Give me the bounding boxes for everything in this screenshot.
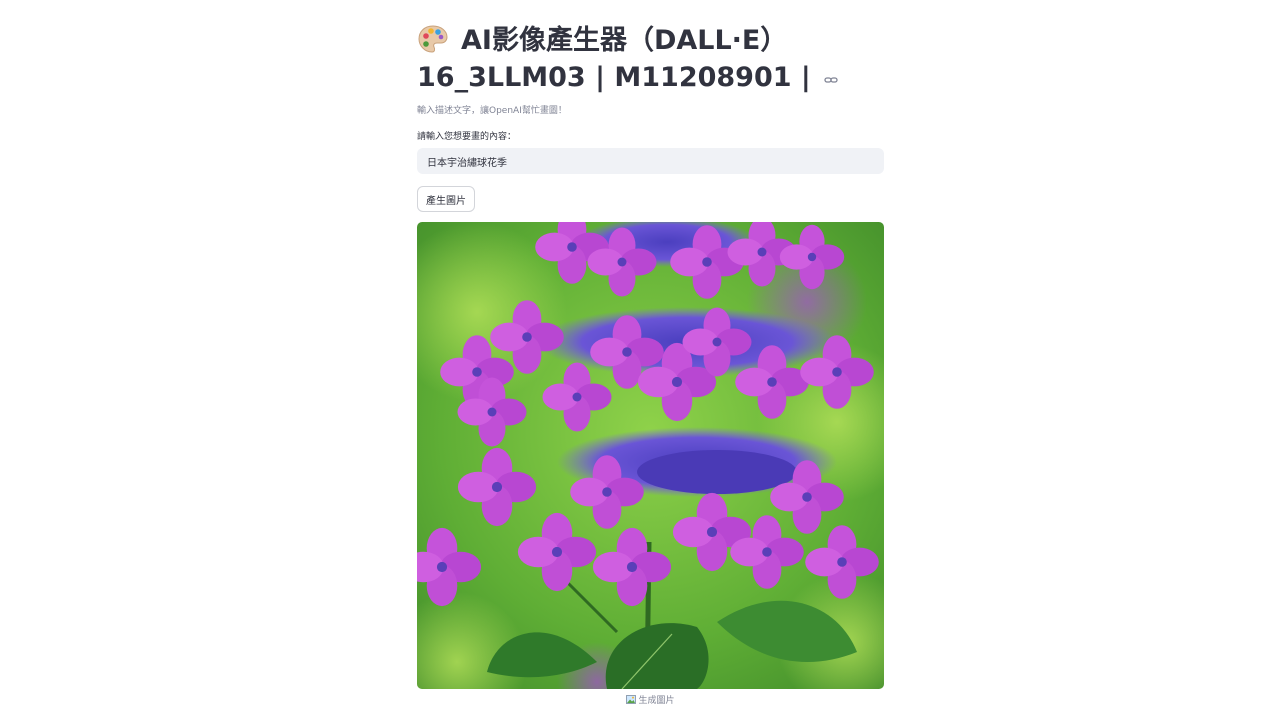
image-caption-text: 生成圖片	[638, 696, 675, 706]
title-text-2: 16_3LLM03 | M11208901 |	[417, 62, 811, 93]
generated-image	[417, 222, 884, 689]
page-caption: 輸入描述文字，讓OpenAI幫忙畫圖！	[417, 106, 567, 116]
title-text-1: AI影像產生器（DALL·E）	[461, 25, 788, 56]
link-icon[interactable]	[824, 75, 838, 85]
picture-icon	[626, 695, 637, 704]
prompt-input-label: 請輸入您想要畫的內容：	[417, 132, 517, 142]
title-line-1: AI影像產生器（DALL·E）	[417, 22, 897, 59]
image-caption: 生成圖片	[417, 695, 884, 708]
page-title: AI影像產生器（DALL·E） 16_3LLM03 | M11208901 |	[417, 22, 897, 96]
prompt-input[interactable]	[417, 148, 884, 174]
title-line-2: 16_3LLM03 | M11208901 |	[417, 59, 897, 96]
generate-image-button[interactable]: 產生圖片	[417, 186, 475, 212]
palette-icon	[418, 25, 448, 53]
